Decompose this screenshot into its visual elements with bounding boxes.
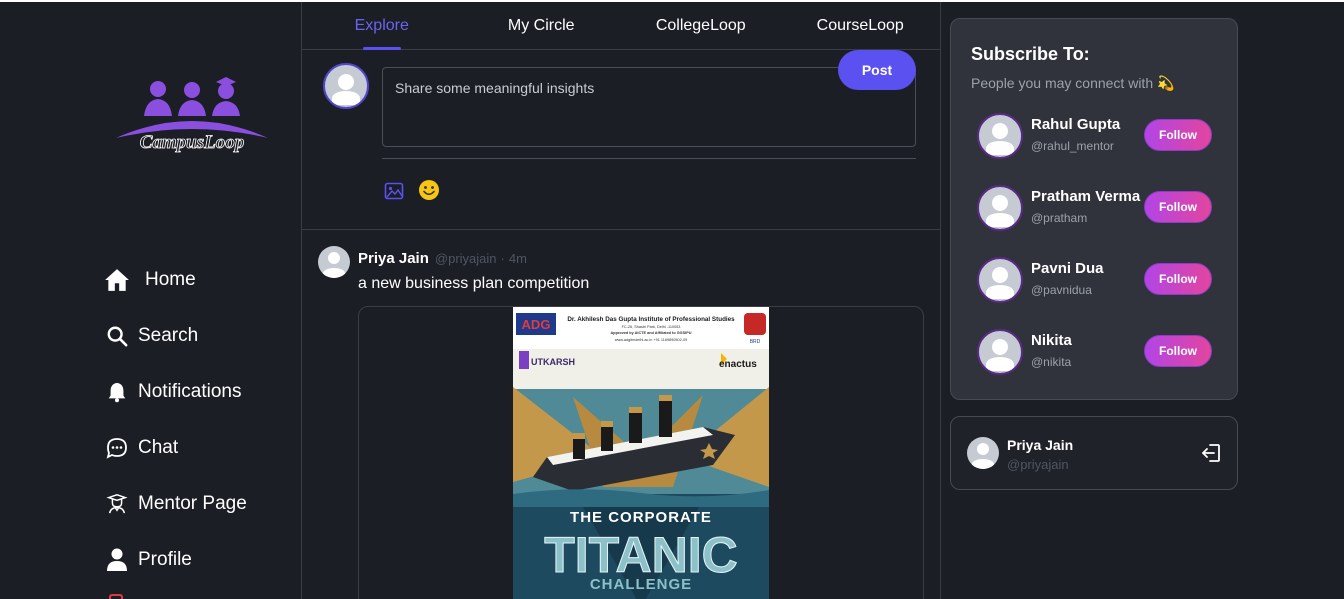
tab-courseloop[interactable]: CourseLoop: [781, 2, 941, 49]
logout-nav-icon-partial[interactable]: [109, 594, 123, 599]
svg-text:FC-26, Shastri Park, Delhi -11: FC-26, Shastri Park, Delhi -110053: [622, 325, 681, 329]
feed-tabs: Explore My Circle CollegeLoop CourseLoop: [302, 2, 940, 50]
subscribe-subtitle-text: People you may connect with: [971, 75, 1154, 91]
composer-divider: [382, 158, 916, 159]
campusloop-app: CampusLoop Home Search Notifications Cha…: [0, 0, 1344, 599]
nav-label-chat: Chat: [138, 437, 179, 458]
subscribe-card: Subscribe To: People you may connect wit…: [950, 18, 1238, 400]
tab-collegeloop[interactable]: CollegeLoop: [621, 2, 781, 49]
suggestion-pavni-dua: Pavni Dua @pavnidua Follow: [977, 257, 1217, 305]
suggestion-avatar[interactable]: [977, 257, 1023, 303]
suggestion-pratham-verma: Pratham Verma @pratham Follow: [977, 185, 1217, 233]
post-author-name[interactable]: Priya Jain: [358, 250, 429, 267]
campusloop-logo[interactable]: CampusLoop: [112, 76, 272, 160]
suggestion-name[interactable]: Nikita: [1031, 332, 1072, 349]
main-feed: Explore My Circle CollegeLoop CourseLoop: [302, 2, 941, 599]
user-icon: [103, 546, 131, 574]
post-timestamp: 4m: [508, 251, 527, 266]
svg-text:enactus: enactus: [719, 359, 757, 370]
post-button[interactable]: Post: [838, 50, 916, 90]
tab-explore[interactable]: Explore: [302, 2, 462, 49]
post-text: a new business plan competition: [358, 275, 590, 292]
suggestion-avatar[interactable]: [977, 329, 1023, 375]
suggestion-nikita: Nikita @nikita Follow: [977, 329, 1217, 377]
tab-my-circle[interactable]: My Circle: [462, 2, 622, 49]
subscribe-subtitle: People you may connect with 💫: [971, 75, 1175, 92]
composer-avatar[interactable]: [323, 63, 369, 109]
chat-icon: [103, 434, 131, 462]
suggestion-avatar[interactable]: [977, 185, 1023, 231]
current-user-avatar[interactable]: [967, 437, 999, 469]
follow-button[interactable]: Follow: [1144, 191, 1212, 223]
post-author-avatar[interactable]: [318, 246, 350, 278]
main-nav: Home Search Notifications Chat Mentor Pa…: [103, 252, 247, 588]
nav-label-profile: Profile: [138, 549, 192, 570]
nav-item-home[interactable]: Home: [103, 252, 247, 308]
nav-label-search: Search: [138, 325, 199, 346]
search-icon: [103, 322, 131, 350]
svg-text:UTKARSH: UTKARSH: [531, 357, 575, 367]
right-sidebar: Subscribe To: People you may connect wit…: [941, 2, 1344, 599]
follow-button[interactable]: Follow: [1144, 119, 1212, 151]
suggestion-handle: @pavnidua: [1031, 283, 1092, 297]
post-composer: Post: [302, 50, 940, 230]
current-user-handle: @priyajain: [1007, 457, 1069, 472]
home-icon: [103, 266, 131, 294]
suggestion-avatar[interactable]: [977, 113, 1023, 159]
nav-label-notifications: Notifications: [138, 381, 242, 402]
nav-item-mentor-page[interactable]: Mentor Page: [103, 476, 247, 532]
post-input[interactable]: [382, 67, 916, 147]
post-image-poster[interactable]: ADG BRD Dr. Akhilesh Das Gupta Institute…: [513, 307, 769, 599]
post-author-handle: @priyajain: [434, 251, 497, 266]
nav-label-mentor-page: Mentor Page: [138, 493, 247, 514]
svg-text:THE CORPORATE: THE CORPORATE: [570, 509, 712, 526]
logout-icon[interactable]: [1201, 443, 1221, 463]
mentor-icon: [103, 490, 131, 518]
suggestion-name[interactable]: Rahul Gupta: [1031, 116, 1120, 133]
svg-text:BRD: BRD: [750, 339, 761, 345]
svg-text:CampusLoop: CampusLoop: [140, 132, 245, 153]
nav-item-profile[interactable]: Profile: [103, 532, 247, 588]
follow-button[interactable]: Follow: [1144, 335, 1212, 367]
svg-text:Approved by AICTE and Affiliat: Approved by AICTE and Affiliated to GGSI…: [611, 331, 692, 335]
svg-text:Dr. Akhilesh Das Gupta Institu: Dr. Akhilesh Das Gupta Institute of Prof…: [567, 316, 735, 323]
current-user-card: Priya Jain @priyajain: [950, 416, 1238, 490]
svg-text:CHALLENGE: CHALLENGE: [590, 576, 692, 593]
suggestion-name[interactable]: Pratham Verma: [1031, 188, 1140, 205]
suggestion-handle: @nikita: [1031, 355, 1072, 369]
bell-icon: [103, 378, 131, 406]
nav-item-chat[interactable]: Chat: [103, 420, 247, 476]
post-header: Priya Jain @priyajain · 4m: [358, 250, 527, 267]
image-icon[interactable]: [384, 181, 404, 201]
nav-item-search[interactable]: Search: [103, 308, 247, 364]
nav-label-home: Home: [145, 269, 196, 290]
svg-text:TITANIC: TITANIC: [544, 527, 737, 583]
follow-button[interactable]: Follow: [1144, 263, 1212, 295]
suggestion-handle: @rahul_mentor: [1031, 139, 1114, 153]
svg-text:ADG: ADG: [522, 317, 551, 332]
post-media[interactable]: ADG BRD Dr. Akhilesh Das Gupta Institute…: [358, 306, 924, 599]
svg-text:www.adgitmdelhi.ac.in +91 11: www.adgitmdelhi.ac.in +91 1169890502-09: [615, 338, 687, 342]
post-separator: ·: [500, 251, 505, 266]
nav-item-notifications[interactable]: Notifications: [103, 364, 247, 420]
suggestion-rahul-gupta: Rahul Gupta @rahul_mentor Follow: [977, 113, 1217, 161]
current-user-name: Priya Jain: [1007, 437, 1074, 453]
suggestion-name[interactable]: Pavni Dua: [1031, 260, 1104, 277]
emoji-icon[interactable]: [418, 179, 440, 201]
dizzy-emoji-icon: 💫: [1157, 75, 1175, 91]
suggestion-handle: @pratham: [1031, 211, 1088, 225]
left-sidebar: CampusLoop Home Search Notifications Cha…: [0, 2, 302, 599]
subscribe-title: Subscribe To:: [971, 44, 1090, 64]
